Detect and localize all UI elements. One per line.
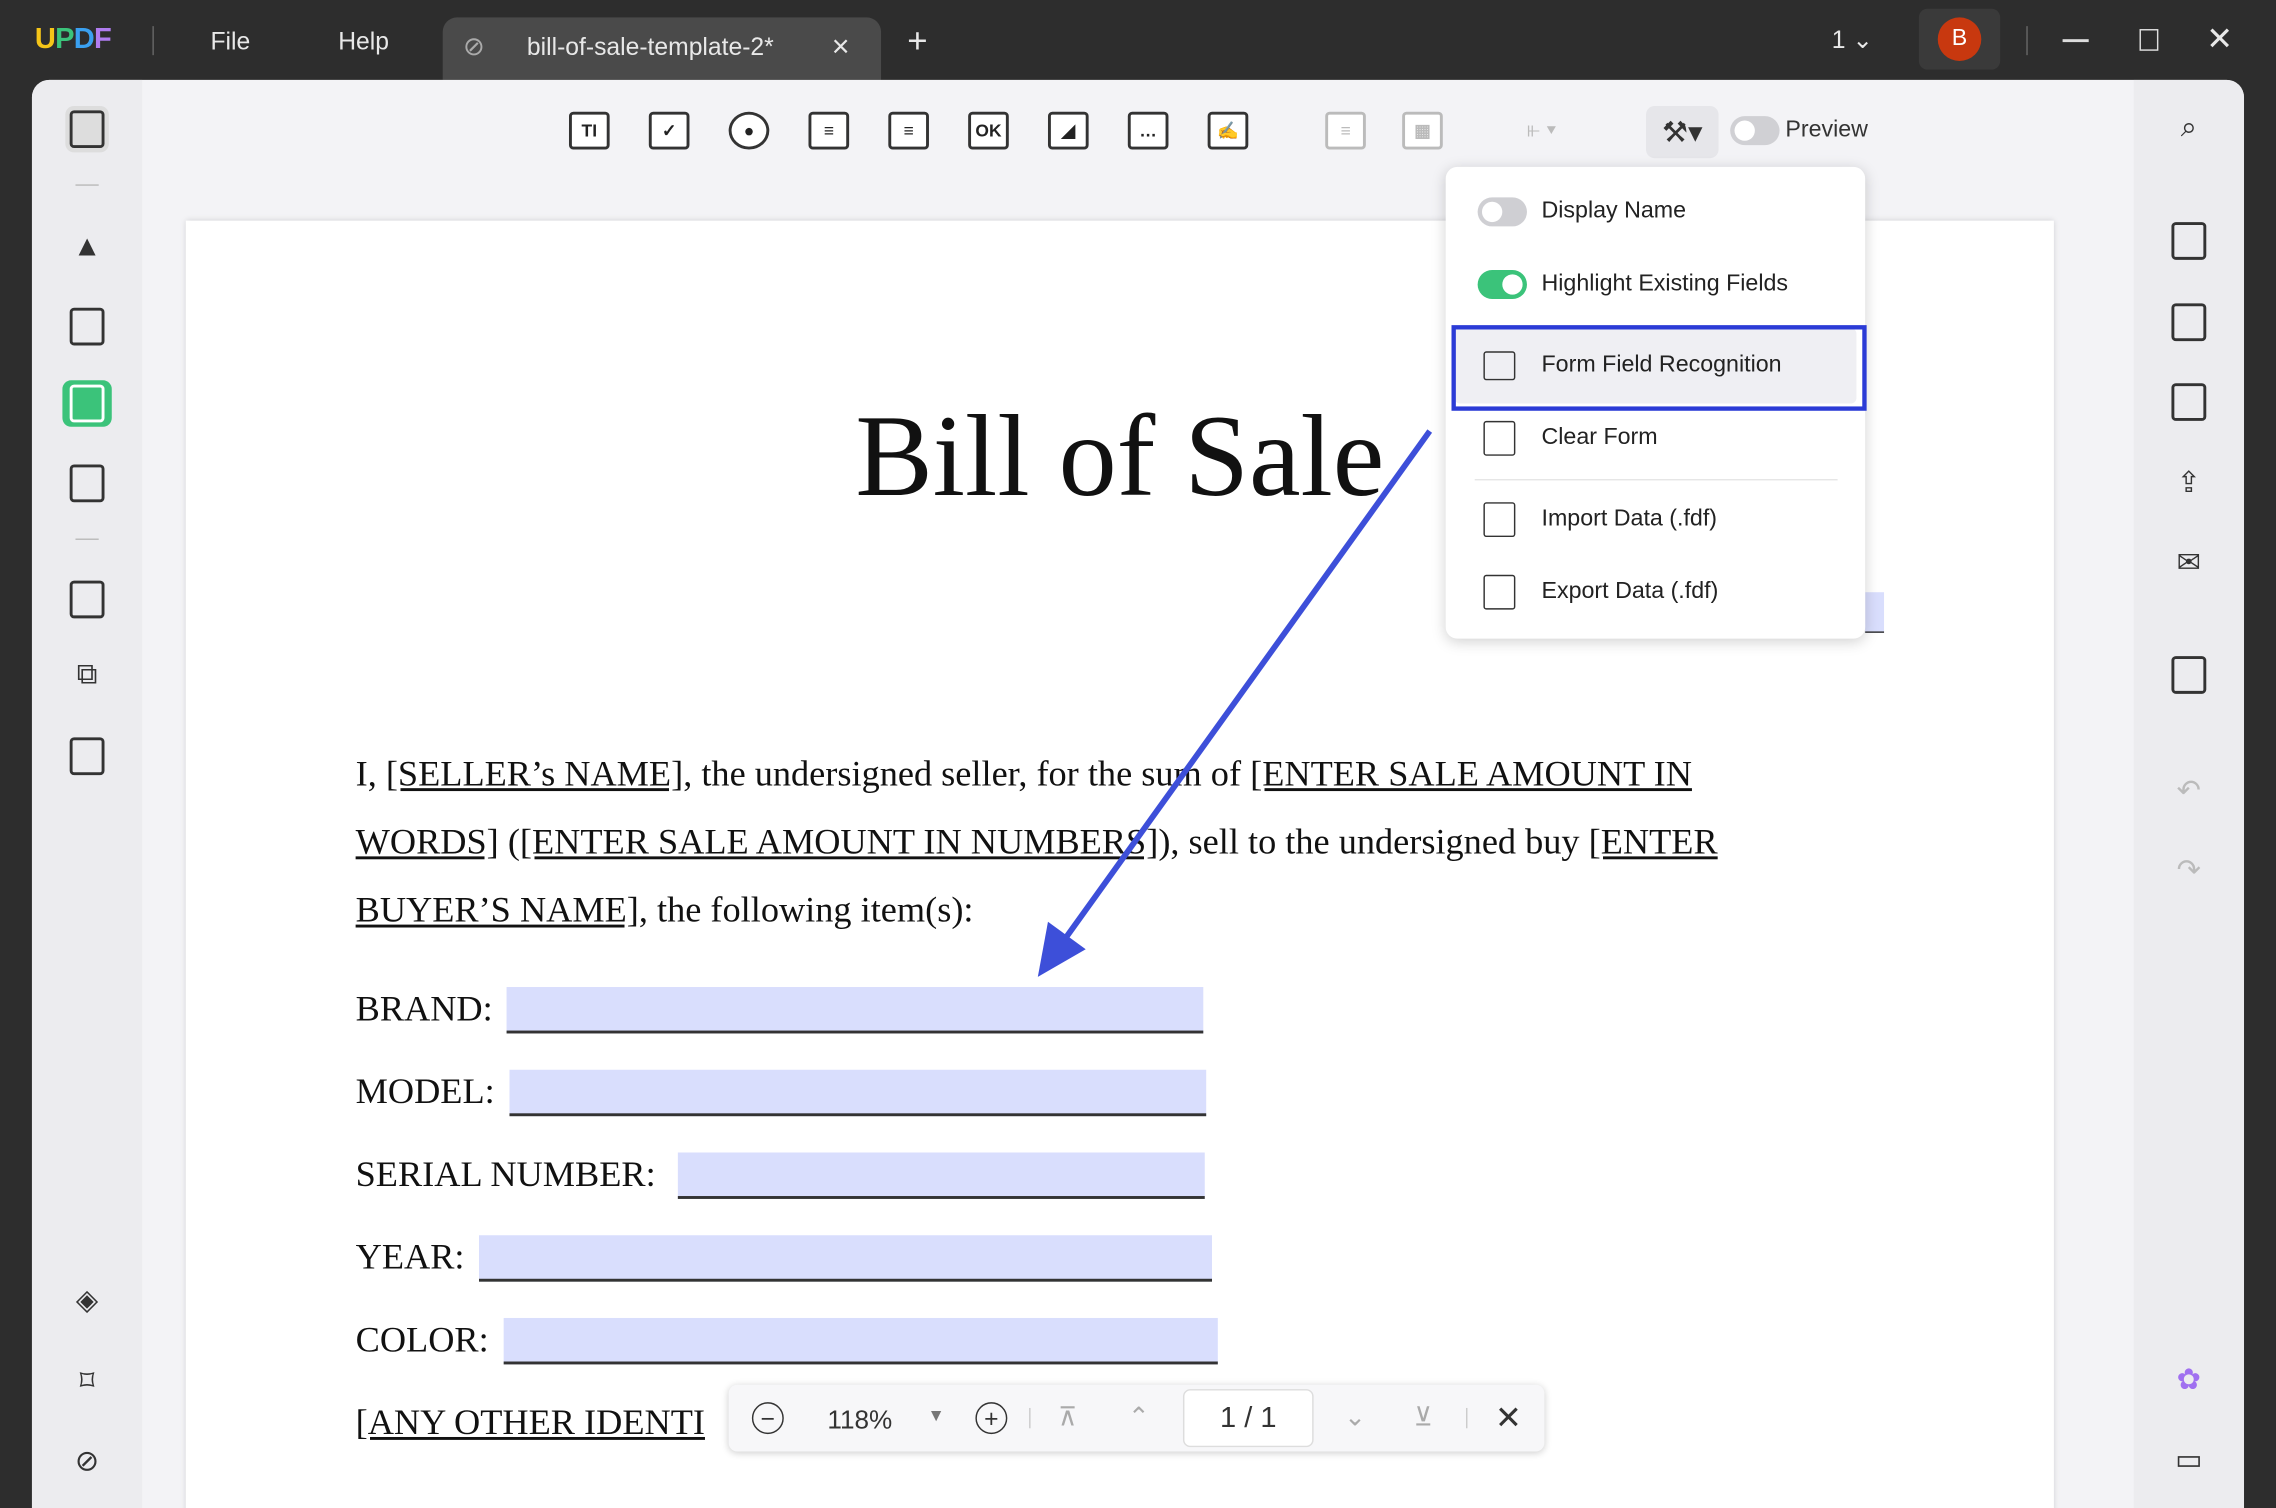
menu-item-clear-form[interactable]: Clear Form [1446,404,1865,474]
menu-item-import-data[interactable]: Import Data (.fdf) [1446,485,1865,555]
close-bar-icon[interactable]: ✕ [1495,1399,1522,1437]
menu-item-label: Highlight Existing Fields [1541,271,1789,297]
first-page-icon[interactable]: ⊼ [1058,1402,1077,1432]
clear-form-icon [1483,420,1516,456]
arrow-head [1037,921,1086,977]
highlight-box [1451,325,1867,411]
page-number-input[interactable]: 1 / 1 [1182,1389,1314,1448]
annotation-arrow [1037,429,1433,977]
menu-item-label: Export Data (.fdf) [1541,579,1719,604]
page-navigation-bar: − 118% ▼ + ⊼ ⌃ 1 / 1 ⌄ ⊻ ✕ [728,1384,1545,1452]
menu-item-export-data[interactable]: Export Data (.fdf) [1446,557,1865,627]
menu-item-label: Clear Form [1541,425,1658,450]
menu-item-highlight-fields[interactable]: Highlight Existing Fields [1446,250,1865,320]
export-icon [1483,574,1516,610]
highlight-fields-toggle[interactable] [1477,269,1527,300]
last-page-icon[interactable]: ⊻ [1414,1402,1433,1432]
divider [1029,1407,1031,1429]
arrow-line [1057,429,1433,949]
display-name-toggle[interactable] [1477,197,1527,227]
previous-page-icon[interactable]: ⌃ [1128,1402,1150,1432]
next-page-icon[interactable]: ⌄ [1344,1402,1366,1432]
zoom-dropdown-icon[interactable]: ▼ [928,1405,945,1425]
menu-item-label: Import Data (.fdf) [1541,506,1718,532]
zoom-in-icon[interactable]: + [975,1402,1008,1435]
import-icon [1483,502,1516,538]
updf-window: UPDF File Help ⊘ bill-of-sale-template-2… [0,0,2276,1508]
menu-item-label: Display Name [1541,198,1687,224]
menu-item-display-name[interactable]: Display Name [1446,177,1865,247]
divider [1474,478,1838,481]
zoom-level[interactable]: 118% [827,1405,892,1435]
divider [1466,1407,1468,1429]
zoom-out-icon[interactable]: − [751,1402,784,1435]
